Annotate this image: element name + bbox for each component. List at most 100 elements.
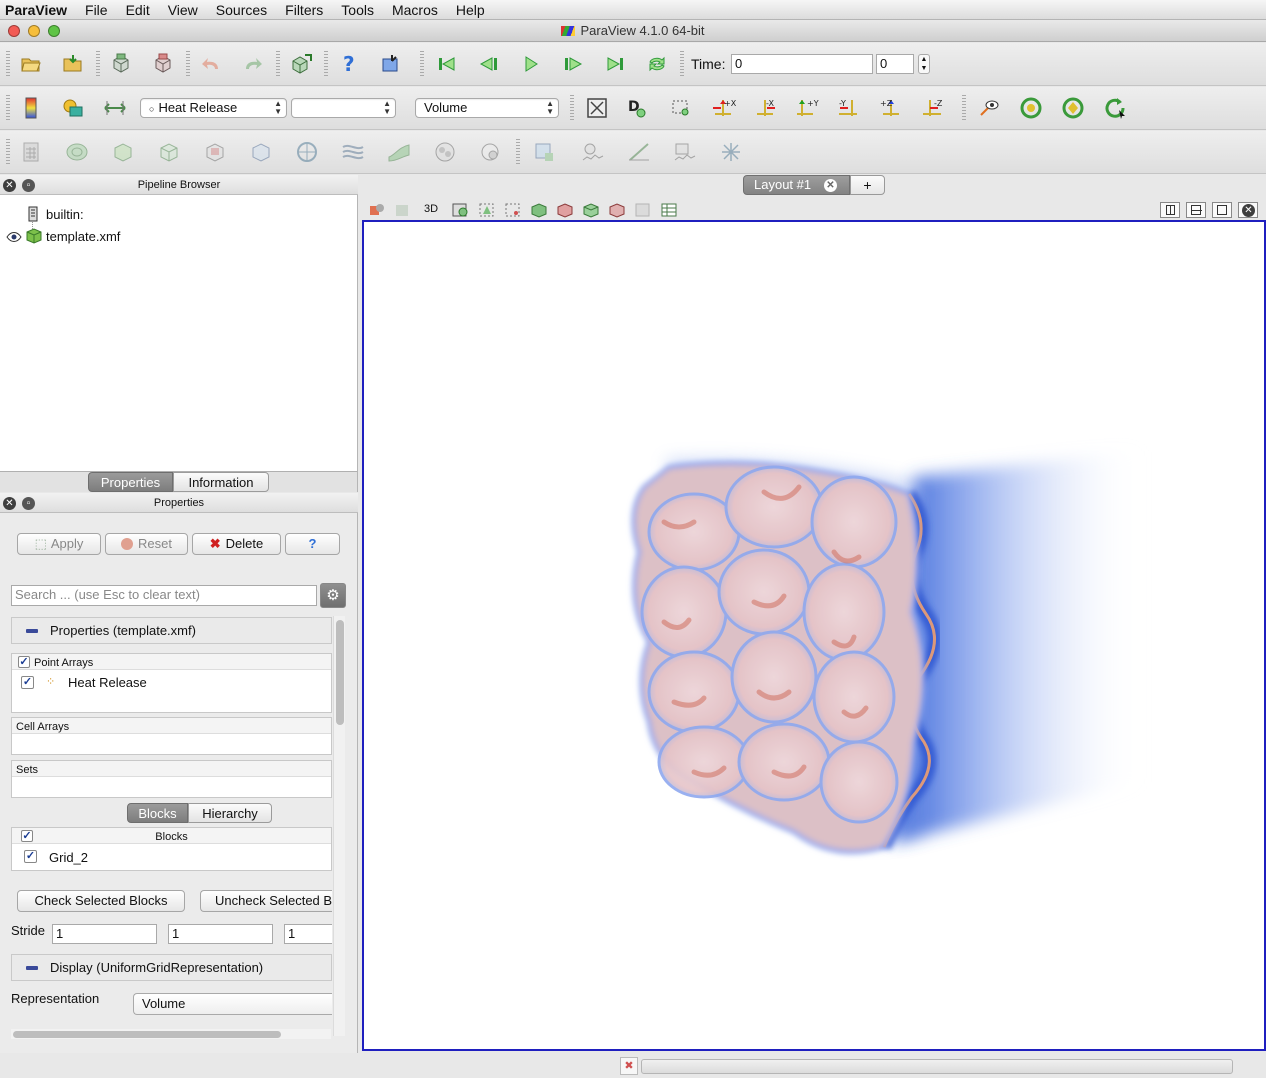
split-horizontal-icon[interactable] xyxy=(1160,202,1180,218)
grow-selection-icon[interactable] xyxy=(634,202,652,221)
last-frame-icon[interactable] xyxy=(600,49,630,79)
plot-selection-icon[interactable] xyxy=(578,137,608,167)
extract-subset-icon[interactable] xyxy=(246,137,276,167)
menu-file[interactable]: File xyxy=(76,0,117,20)
point-arrays-header-checkbox[interactable]: ✓ xyxy=(18,656,30,668)
capture-view-icon[interactable] xyxy=(394,202,412,221)
view-minus-z-icon[interactable]: -Z xyxy=(918,93,948,123)
extract-level-icon[interactable] xyxy=(476,137,506,167)
color-by-array-select[interactable]: ○ Heat Release ▲ ▼ xyxy=(140,98,287,118)
toolbar-grip[interactable] xyxy=(6,95,10,121)
view-minus-x-icon[interactable]: -X xyxy=(750,93,780,123)
grid-2-checkbox[interactable]: ✓ xyxy=(24,850,37,863)
clip-icon[interactable] xyxy=(108,137,138,167)
toolbar-grip[interactable] xyxy=(186,51,190,77)
display-section-header[interactable]: Display (UniformGridRepresentation) xyxy=(11,954,332,981)
stride-y-input[interactable]: 1 xyxy=(168,924,273,944)
toolbar-grip[interactable] xyxy=(680,51,684,77)
save-folder-icon[interactable] xyxy=(58,49,88,79)
extract-selection-icon[interactable] xyxy=(530,137,560,167)
select-block-icon[interactable] xyxy=(582,202,600,221)
interactive-select-icon[interactable] xyxy=(608,202,626,221)
tab-blocks[interactable]: Blocks xyxy=(127,803,188,823)
load-state-icon[interactable] xyxy=(106,49,136,79)
menu-view[interactable]: View xyxy=(159,0,207,20)
edit-color-map-icon[interactable] xyxy=(58,93,88,123)
tab-information[interactable]: Information xyxy=(173,472,269,492)
view-plus-x-icon[interactable]: +X xyxy=(708,93,738,123)
plot-over-line-icon[interactable] xyxy=(624,137,654,167)
show-center-axes-icon[interactable]: D xyxy=(622,93,652,123)
plot-data-over-time-icon[interactable] xyxy=(670,137,700,167)
color-component-select[interactable]: ▲ ▼ xyxy=(291,98,396,118)
float-panel-icon[interactable]: ▫ xyxy=(22,179,35,192)
probe-location-icon[interactable] xyxy=(716,137,746,167)
tab-properties[interactable]: Properties xyxy=(88,472,173,492)
menu-tools[interactable]: Tools xyxy=(332,0,383,20)
group-datasets-icon[interactable] xyxy=(430,137,460,167)
help-icon[interactable]: ? xyxy=(334,49,364,79)
contour-icon[interactable] xyxy=(62,137,92,167)
play-icon[interactable] xyxy=(516,49,546,79)
connect-icon[interactable] xyxy=(286,49,316,79)
visibility-eye-icon[interactable] xyxy=(6,231,22,246)
view-plus-y-icon[interactable]: +Y xyxy=(792,93,822,123)
add-layout-button[interactable]: + xyxy=(850,175,885,195)
menu-sources[interactable]: Sources xyxy=(207,0,276,20)
apply-button[interactable]: ⬚ Apply xyxy=(17,533,101,555)
rotate-90-icon[interactable] xyxy=(1016,93,1046,123)
layout-tab[interactable]: Layout #1 ✕ xyxy=(743,175,850,195)
toolbar-grip[interactable] xyxy=(276,51,280,77)
properties-help-button[interactable]: ? xyxy=(285,533,340,555)
toggle-3d-button[interactable]: 3D xyxy=(424,203,438,215)
close-panel-icon[interactable]: ✕ xyxy=(3,497,16,510)
view-options-icon[interactable] xyxy=(368,202,386,221)
scrollbar-thumb[interactable] xyxy=(336,620,344,725)
spreadsheet-icon[interactable] xyxy=(660,202,678,221)
first-frame-icon[interactable] xyxy=(432,49,462,79)
menu-help[interactable]: Help xyxy=(447,0,494,20)
rotate-minus-90-icon[interactable] xyxy=(1058,93,1088,123)
properties-section-header[interactable]: Properties (template.xmf) xyxy=(11,617,332,644)
reset-button[interactable]: Reset xyxy=(105,533,188,555)
show-orientation-axes-icon[interactable] xyxy=(974,93,1004,123)
toolbar-grip[interactable] xyxy=(6,51,10,77)
menu-macros[interactable]: Macros xyxy=(383,0,447,20)
toolbar-grip[interactable] xyxy=(420,51,424,77)
close-layout-icon[interactable]: ✕ xyxy=(824,179,837,192)
select-cells-on-icon[interactable] xyxy=(478,202,496,221)
select-points-through-icon[interactable] xyxy=(556,202,574,221)
warp-by-vector-icon[interactable] xyxy=(384,137,414,167)
clear-progress-icon[interactable]: ✖ xyxy=(620,1057,638,1075)
time-input[interactable]: 0 xyxy=(731,54,873,74)
toolbar-grip[interactable] xyxy=(6,139,10,165)
close-view-icon[interactable]: ✕ xyxy=(1238,202,1258,218)
toolbar-grip[interactable] xyxy=(96,51,100,77)
reset-rotation-icon[interactable] xyxy=(1100,93,1130,123)
scrollbar-thumb[interactable] xyxy=(13,1031,281,1038)
stride-x-input[interactable]: 1 xyxy=(52,924,157,944)
advanced-gear-icon[interactable]: ⚙ xyxy=(320,583,346,608)
stride-z-input[interactable]: 1 xyxy=(284,924,332,944)
view-minus-y-icon[interactable]: -Y xyxy=(834,93,864,123)
reset-camera-view-icon[interactable] xyxy=(452,202,470,221)
time-step-spinner[interactable]: ▲ ▼ xyxy=(918,54,930,74)
properties-vertical-scrollbar[interactable] xyxy=(333,616,345,1036)
tab-hierarchy[interactable]: Hierarchy xyxy=(188,803,272,823)
open-folder-icon[interactable] xyxy=(16,49,46,79)
check-selected-blocks-button[interactable]: Check Selected Blocks xyxy=(17,890,185,912)
toolbar-grip[interactable] xyxy=(324,51,328,77)
representation-select[interactable]: Volume ▲ ▼ xyxy=(415,98,559,118)
glyph-icon[interactable] xyxy=(292,137,322,167)
toolbar-grip[interactable] xyxy=(516,139,520,165)
next-frame-icon[interactable] xyxy=(558,49,588,79)
undo-icon[interactable] xyxy=(196,49,226,79)
pipeline-item-builtin[interactable]: builtin: xyxy=(46,207,84,222)
heat-release-checkbox[interactable]: ✓ xyxy=(21,676,34,689)
slice-icon[interactable] xyxy=(154,137,184,167)
toolbar-grip[interactable] xyxy=(962,95,966,121)
loop-icon[interactable] xyxy=(642,49,672,79)
rescale-range-icon[interactable] xyxy=(100,93,130,123)
menu-app[interactable]: ParaView xyxy=(0,0,76,20)
view-plus-z-icon[interactable]: +Z xyxy=(876,93,906,123)
